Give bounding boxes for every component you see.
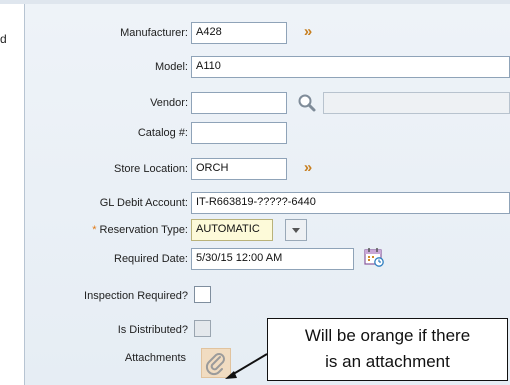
- vendor-input[interactable]: [191, 92, 287, 114]
- vendor-lookup-icon[interactable]: [296, 92, 318, 114]
- inspection-required-label: Inspection Required?: [84, 290, 188, 302]
- reservation-type-label-text: Reservation Type:: [99, 224, 188, 236]
- required-marker: *: [92, 224, 97, 236]
- manufacturer-detail-menu-icon[interactable]: »: [297, 22, 319, 44]
- reservation-type-select[interactable]: AUTOMATIC: [191, 219, 273, 241]
- reservation-type-label: * Reservation Type:: [92, 224, 188, 236]
- gl-debit-account-input[interactable]: IT-R663819-?????-6440: [191, 192, 510, 214]
- required-date-input[interactable]: 5/30/15 12:00 AM: [191, 248, 354, 270]
- inspection-required-checkbox[interactable]: [194, 286, 211, 303]
- annotation-callout: Will be orange if there is an attachment: [267, 318, 508, 381]
- manufacturer-label: Manufacturer:: [120, 27, 188, 39]
- catalog-label: Catalog #:: [137, 127, 188, 139]
- manufacturer-input[interactable]: A428: [191, 22, 287, 44]
- model-label: Model:: [154, 61, 188, 73]
- store-location-detail-menu-icon[interactable]: »: [297, 158, 319, 180]
- model-input[interactable]: A110: [191, 56, 510, 78]
- callout-line-2: is an attachment: [325, 352, 450, 371]
- store-location-label: Store Location:: [114, 163, 188, 175]
- is-distributed-checkbox[interactable]: [194, 320, 211, 337]
- cut-off-text: d: [0, 32, 7, 46]
- calendar-icon[interactable]: [363, 246, 385, 268]
- gl-debit-account-label: GL Debit Account:: [99, 197, 188, 209]
- required-date-label: Required Date:: [114, 253, 188, 265]
- vendor-label: Vendor:: [150, 97, 188, 109]
- catalog-input[interactable]: [191, 122, 287, 144]
- is-distributed-label: Is Distributed?: [117, 324, 188, 336]
- callout-line-1: Will be orange if there: [304, 326, 471, 345]
- callout-arrow-icon: [225, 353, 268, 379]
- vendor-description-field: [323, 92, 510, 114]
- attachments-label: Attachments: [124, 352, 186, 364]
- store-location-input[interactable]: ORCH: [191, 158, 287, 180]
- reservation-type-dropdown-icon[interactable]: [285, 219, 307, 241]
